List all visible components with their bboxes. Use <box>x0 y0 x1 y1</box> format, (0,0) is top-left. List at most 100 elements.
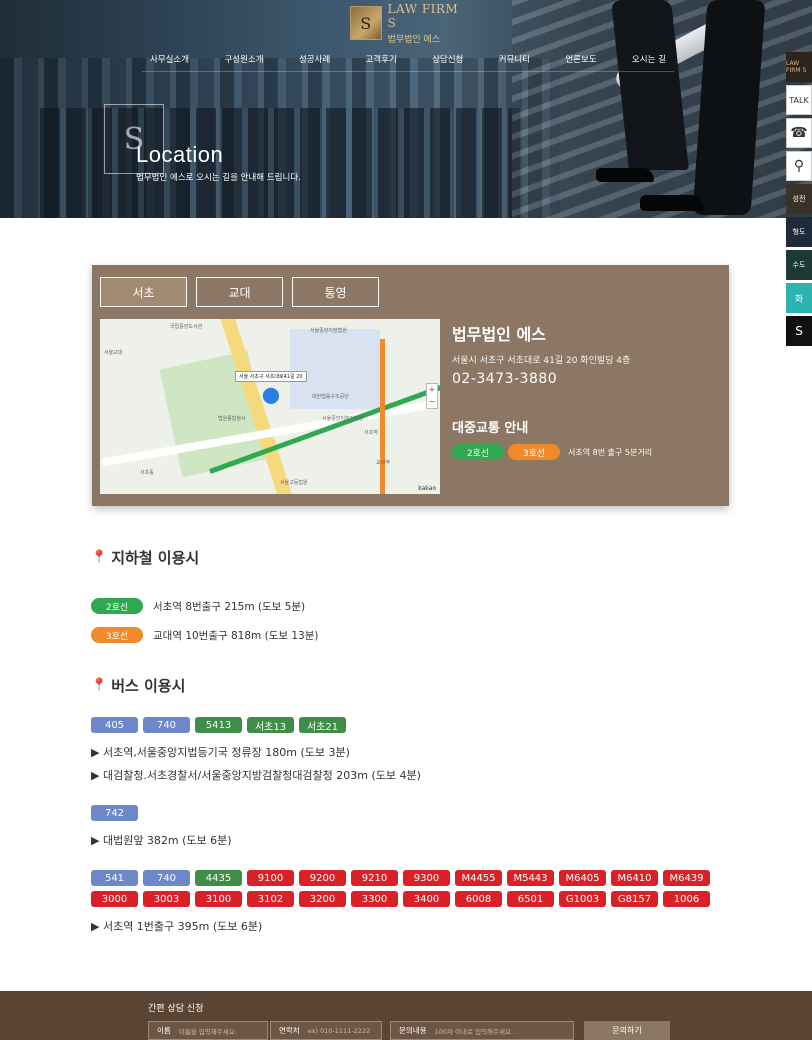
bus-stop-text: ▶ 서초역,서울중앙지법등기국 정류장 180m (도보 3분) <box>91 746 350 759</box>
hero-banner: S LAW FIRM S 법무법인 에스 사무실소개 구성원소개 성공사례 고객… <box>0 0 812 218</box>
bus-badge: 3102 <box>247 891 294 907</box>
bus-stop-text: ▶ 서초역 1번출구 395m (도보 6분) <box>91 920 263 933</box>
bus-badge: 3400 <box>403 891 450 907</box>
subway-row: 2호선 서초역 8번출구 215m (도보 5분) <box>91 598 305 614</box>
bus-badge: 6501 <box>507 891 554 907</box>
nav-item-about[interactable]: 사무실소개 <box>142 53 197 65</box>
tab-seocho[interactable]: 서초 <box>100 277 187 307</box>
map-text: 대한법률구조공단 <box>312 394 349 400</box>
hero-figure-shoe <box>596 168 654 182</box>
map-text: 국립중앙도서관 <box>170 324 203 330</box>
bus-badge: M6410 <box>611 870 658 886</box>
bus-badge: 3200 <box>299 891 346 907</box>
page-title: Location <box>136 142 224 167</box>
bus-badge: 9210 <box>351 870 398 886</box>
map-pin-icon[interactable]: ⚲ <box>786 151 812 181</box>
bus-stop-text: ▶ 대검찰청.서초경찰서/서울중앙지방검찰청대검찰청 203m (도보 4분) <box>91 769 421 782</box>
tab-tongyeong[interactable]: 통영 <box>292 277 379 307</box>
bus-badge: 3000 <box>91 891 138 907</box>
subway-heading: 📍 지하철 이용시 <box>91 547 199 568</box>
bus-badge: 3300 <box>351 891 398 907</box>
map-text: 서울중앙지방검찰청 <box>322 416 364 422</box>
map-zoom-control[interactable]: + − <box>426 383 438 409</box>
phone-24-icon[interactable]: ☎ <box>786 118 812 148</box>
bus-group-3-row-2: 3000 3003 3100 3102 3200 3300 3400 6008 … <box>91 891 710 907</box>
bus-badge: M4455 <box>455 870 502 886</box>
line-2-badge: 2호선 <box>91 598 143 614</box>
bus-badge: 서초21 <box>299 717 346 733</box>
nav-item-consult[interactable]: 상담신청 <box>424 53 471 65</box>
page-subtitle: 법무법인 에스로 오시는 길을 안내해 드립니다. <box>136 173 301 183</box>
subway-route-text: 서초역 8번출구 215m (도보 5분) <box>153 600 306 613</box>
map-text: 서초역 <box>364 430 378 436</box>
phone-placeholder: ex) 010-1111-2222 <box>307 1026 371 1035</box>
phone-field[interactable]: 연락처 ex) 010-1111-2222 <box>270 1021 382 1040</box>
map[interactable]: 국립중앙도서관 서울중앙지방법원 서울교대 대한법률구조공단 서울중앙지방검찰청… <box>100 319 440 494</box>
content-field[interactable]: 문의내용 100자 이내로 입력해주세요. <box>390 1021 574 1040</box>
office-tabs: 서초 교대 통영 <box>100 277 379 307</box>
bus-badge: G1003 <box>559 891 606 907</box>
transit-heading: 대중교통 안내 <box>452 421 529 436</box>
quick-link-1[interactable]: 성전 <box>786 184 812 214</box>
consult-footer: 간편 상담 신청 이름 이름을 입력해주세요. 연락처 ex) 010-1111… <box>0 991 812 1040</box>
submit-button[interactable]: 문의하기 <box>584 1021 670 1040</box>
content-label: 문의내용 <box>399 1026 427 1035</box>
quick-link-4[interactable]: 화 <box>786 283 812 313</box>
location-card: 서초 교대 통영 국립중앙도서관 서울중앙지방법원 서울교대 대한법률구조공단 … <box>92 265 729 506</box>
office-info: 법무법인 에스 서울시 서초구 서초대로 41길 20 화인빌딩 4층 02-3… <box>452 321 652 460</box>
quick-link-2[interactable]: 형도 <box>786 217 812 247</box>
kakao-talk-icon[interactable]: TALK <box>786 85 812 115</box>
map-subway-line-3 <box>380 339 385 494</box>
nav-item-members[interactable]: 구성원소개 <box>216 53 271 65</box>
nav-item-community[interactable]: 커뮤니티 <box>491 53 538 65</box>
bus-badge: M6405 <box>559 870 606 886</box>
subway-title: 지하철 이용시 <box>111 549 200 567</box>
bus-badge: 3100 <box>195 891 242 907</box>
bus-badge: 742 <box>91 805 138 821</box>
map-text: 서울고등법원 <box>280 480 308 486</box>
nav-item-reviews[interactable]: 고객후기 <box>357 53 404 65</box>
name-field[interactable]: 이름 이름을 입력해주세요. <box>148 1021 268 1040</box>
map-text: 교대역 <box>376 460 390 466</box>
bus-badge: 4435 <box>195 870 242 886</box>
bus-group-3-row-1: 541 740 4435 9100 9200 9210 9300 M4455 M… <box>91 870 710 886</box>
bus-badge: 9200 <box>299 870 346 886</box>
quick-seal-icon[interactable]: S <box>786 316 812 346</box>
subway-route-text: 교대역 10번출구 818m (도보 13분) <box>153 629 319 642</box>
bus-heading: 📍 버스 이용시 <box>91 675 185 696</box>
site-logo[interactable]: S LAW FIRM S 법무법인 에스 <box>350 2 470 45</box>
transit-note: 서초역 8번 출구 5분거리 <box>568 447 653 457</box>
logo-mark-icon: S <box>350 6 382 40</box>
bus-badge: 1006 <box>663 891 710 907</box>
bus-stop-text: ▶ 대법원앞 382m (도보 6분) <box>91 834 232 847</box>
firm-phone[interactable]: 02-3473-3880 <box>452 371 652 387</box>
bus-badge: M6439 <box>663 870 710 886</box>
map-text: 법원종합청사 <box>218 416 246 422</box>
map-address-label: 서울 서초구 서초대로41길 20 <box>235 371 307 382</box>
map-marker-icon[interactable]: ⬤ <box>262 385 280 404</box>
quick-logo-icon[interactable]: LAW FIRM S <box>786 52 812 82</box>
logo-text: LAW FIRM S 법무법인 에스 <box>388 2 470 45</box>
subway-row: 3호선 교대역 10번출구 818m (도보 13분) <box>91 627 318 643</box>
bus-badge: 9300 <box>403 870 450 886</box>
consult-title: 간편 상담 신청 <box>148 1004 204 1014</box>
bus-group-2: 742 <box>91 805 138 821</box>
nav-item-location[interactable]: 오시는 길 <box>624 53 674 65</box>
pin-icon: 📍 <box>91 550 108 565</box>
firm-address: 서울시 서초구 서초대로 41길 20 화인빌딩 4층 <box>452 356 631 366</box>
quick-link-3[interactable]: 수도 <box>786 250 812 280</box>
name-label: 이름 <box>157 1026 171 1035</box>
firm-name: 법무법인 에스 <box>452 325 546 344</box>
content-placeholder: 100자 이내로 입력해주세요. <box>434 1027 514 1036</box>
bus-badge: M5443 <box>507 870 554 886</box>
transit-row: 2호선 3호선 서초역 8번 출구 5분거리 <box>452 444 652 460</box>
nav-item-cases[interactable]: 성공사례 <box>291 53 338 65</box>
bus-badge: 6008 <box>455 891 502 907</box>
tab-gyodae[interactable]: 교대 <box>196 277 283 307</box>
logo-en: LAW FIRM S <box>387 1 459 30</box>
logo-ko: 법무법인 에스 <box>387 34 441 45</box>
quick-menu: LAW FIRM S TALK ☎ ⚲ 성전 형도 수도 화 S <box>786 52 812 349</box>
bus-badge: 740 <box>143 717 190 733</box>
line-3-badge: 3호선 <box>508 444 560 460</box>
nav-item-press[interactable]: 언론보도 <box>557 53 604 65</box>
